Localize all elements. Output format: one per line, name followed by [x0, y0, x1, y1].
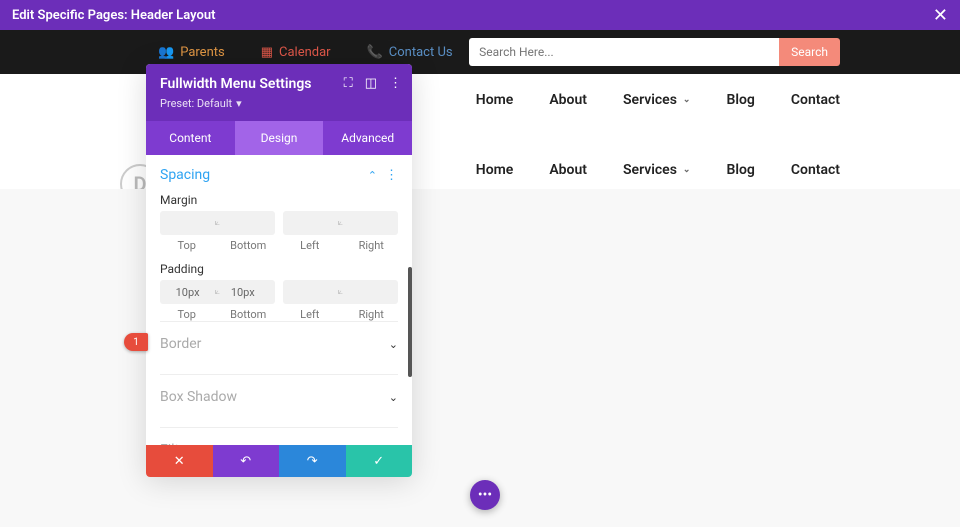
- calendar-icon: ▦: [261, 45, 273, 60]
- more-vert-icon[interactable]: ⋮: [389, 76, 402, 91]
- nav-contact[interactable]: 📞 Contact Us: [349, 45, 471, 60]
- margin-bottom-input[interactable]: [215, 217, 270, 230]
- fab-more-button[interactable]: •••: [470, 480, 500, 510]
- chevron-down-icon: ⌄: [389, 444, 398, 446]
- nav-contact-2[interactable]: Contact: [791, 162, 840, 178]
- margin-left-input[interactable]: [283, 217, 338, 230]
- save-button[interactable]: ✓: [346, 445, 413, 477]
- section-border[interactable]: Border ⌄: [160, 321, 398, 366]
- close-icon[interactable]: ✕: [933, 5, 948, 26]
- caret-down-icon: ▾: [236, 97, 242, 110]
- main-nav: Home About Services⌄ Blog Contact: [476, 92, 840, 108]
- dir-top: Top: [160, 308, 214, 321]
- nav-blog[interactable]: Blog: [726, 92, 754, 108]
- padding-left-input[interactable]: [283, 286, 338, 299]
- discard-button[interactable]: ✕: [146, 445, 213, 477]
- margin-top-input[interactable]: [160, 217, 215, 230]
- chevron-down-icon: ⌄: [389, 338, 398, 351]
- expand-icon[interactable]: ⛶: [344, 76, 353, 91]
- nav-calendar[interactable]: ▦ Calendar: [243, 45, 349, 60]
- columns-icon[interactable]: ◫: [365, 76, 377, 91]
- chevron-down-icon: ⌄: [683, 95, 691, 105]
- collapse-icon[interactable]: ⌃: [368, 169, 377, 182]
- nav-home-2[interactable]: Home: [476, 162, 514, 178]
- link-icon[interactable]: ⟀: [215, 287, 220, 297]
- editor-top-bar: Edit Specific Pages: Header Layout ✕: [0, 0, 960, 30]
- search-bar: Search: [469, 38, 840, 66]
- panel-header[interactable]: Fullwidth Menu Settings Preset: Default▾…: [146, 64, 412, 121]
- annotation-badge: 1: [124, 333, 148, 351]
- section-spacing[interactable]: Spacing: [160, 167, 210, 183]
- section-filters[interactable]: Filters ⌄: [160, 427, 398, 445]
- editor-title: Edit Specific Pages: Header Layout: [12, 8, 215, 23]
- tab-design[interactable]: Design: [235, 121, 324, 155]
- padding-bottom-input[interactable]: [215, 286, 270, 299]
- page-body-bg: [0, 189, 960, 527]
- padding-top-input[interactable]: [160, 286, 215, 299]
- dir-bottom: Bottom: [222, 308, 276, 321]
- section-box-shadow[interactable]: Box Shadow ⌄: [160, 374, 398, 419]
- link-icon[interactable]: ⟀: [338, 218, 343, 228]
- section-more-icon[interactable]: ⋮: [385, 168, 398, 183]
- link-icon[interactable]: ⟀: [338, 287, 343, 297]
- nav-contact[interactable]: Contact: [791, 92, 840, 108]
- margin-right-input[interactable]: [338, 217, 393, 230]
- search-button[interactable]: Search: [779, 38, 840, 66]
- phone-icon: 📞: [367, 45, 383, 60]
- panel-preset[interactable]: Preset: Default▾: [160, 97, 242, 110]
- nav-services[interactable]: Services⌄: [623, 92, 690, 108]
- nav-services-2[interactable]: Services⌄: [623, 162, 690, 178]
- undo-button[interactable]: ↶: [213, 445, 280, 477]
- dir-top: Top: [160, 239, 214, 252]
- panel-tabs: Content Design Advanced: [146, 121, 412, 155]
- tab-content[interactable]: Content: [146, 121, 235, 155]
- people-icon: 👥: [158, 45, 174, 60]
- chevron-down-icon: ⌄: [683, 165, 691, 175]
- link-icon[interactable]: ⟀: [215, 218, 220, 228]
- chevron-down-icon: ⌄: [389, 391, 398, 404]
- dir-left: Left: [283, 308, 337, 321]
- redo-button[interactable]: ↷: [279, 445, 346, 477]
- nav-home[interactable]: Home: [476, 92, 514, 108]
- padding-right-input[interactable]: [338, 286, 393, 299]
- nav-parents[interactable]: 👥 Parents: [140, 45, 243, 60]
- padding-label: Padding: [160, 262, 398, 276]
- dir-right: Right: [345, 239, 399, 252]
- dir-bottom: Bottom: [222, 239, 276, 252]
- scrollbar-thumb[interactable]: [408, 267, 412, 377]
- settings-panel: Fullwidth Menu Settings Preset: Default▾…: [146, 64, 412, 477]
- panel-body: Spacing ⌃ ⋮ Margin ⟀ ⟀ Top Bottom Left R…: [146, 155, 412, 445]
- panel-footer: ✕ ↶ ↷ ✓: [146, 445, 412, 477]
- secondary-nav: Home About Services⌄ Blog Contact: [476, 162, 840, 178]
- nav-about-2[interactable]: About: [549, 162, 587, 178]
- site-top-nav: 👥 Parents ▦ Calendar 📞 Contact Us Search: [0, 30, 960, 74]
- search-input[interactable]: [469, 38, 779, 66]
- nav-about[interactable]: About: [549, 92, 587, 108]
- dir-left: Left: [283, 239, 337, 252]
- dir-right: Right: [345, 308, 399, 321]
- margin-label: Margin: [160, 193, 398, 207]
- nav-blog-2[interactable]: Blog: [726, 162, 754, 178]
- tab-advanced[interactable]: Advanced: [323, 121, 412, 155]
